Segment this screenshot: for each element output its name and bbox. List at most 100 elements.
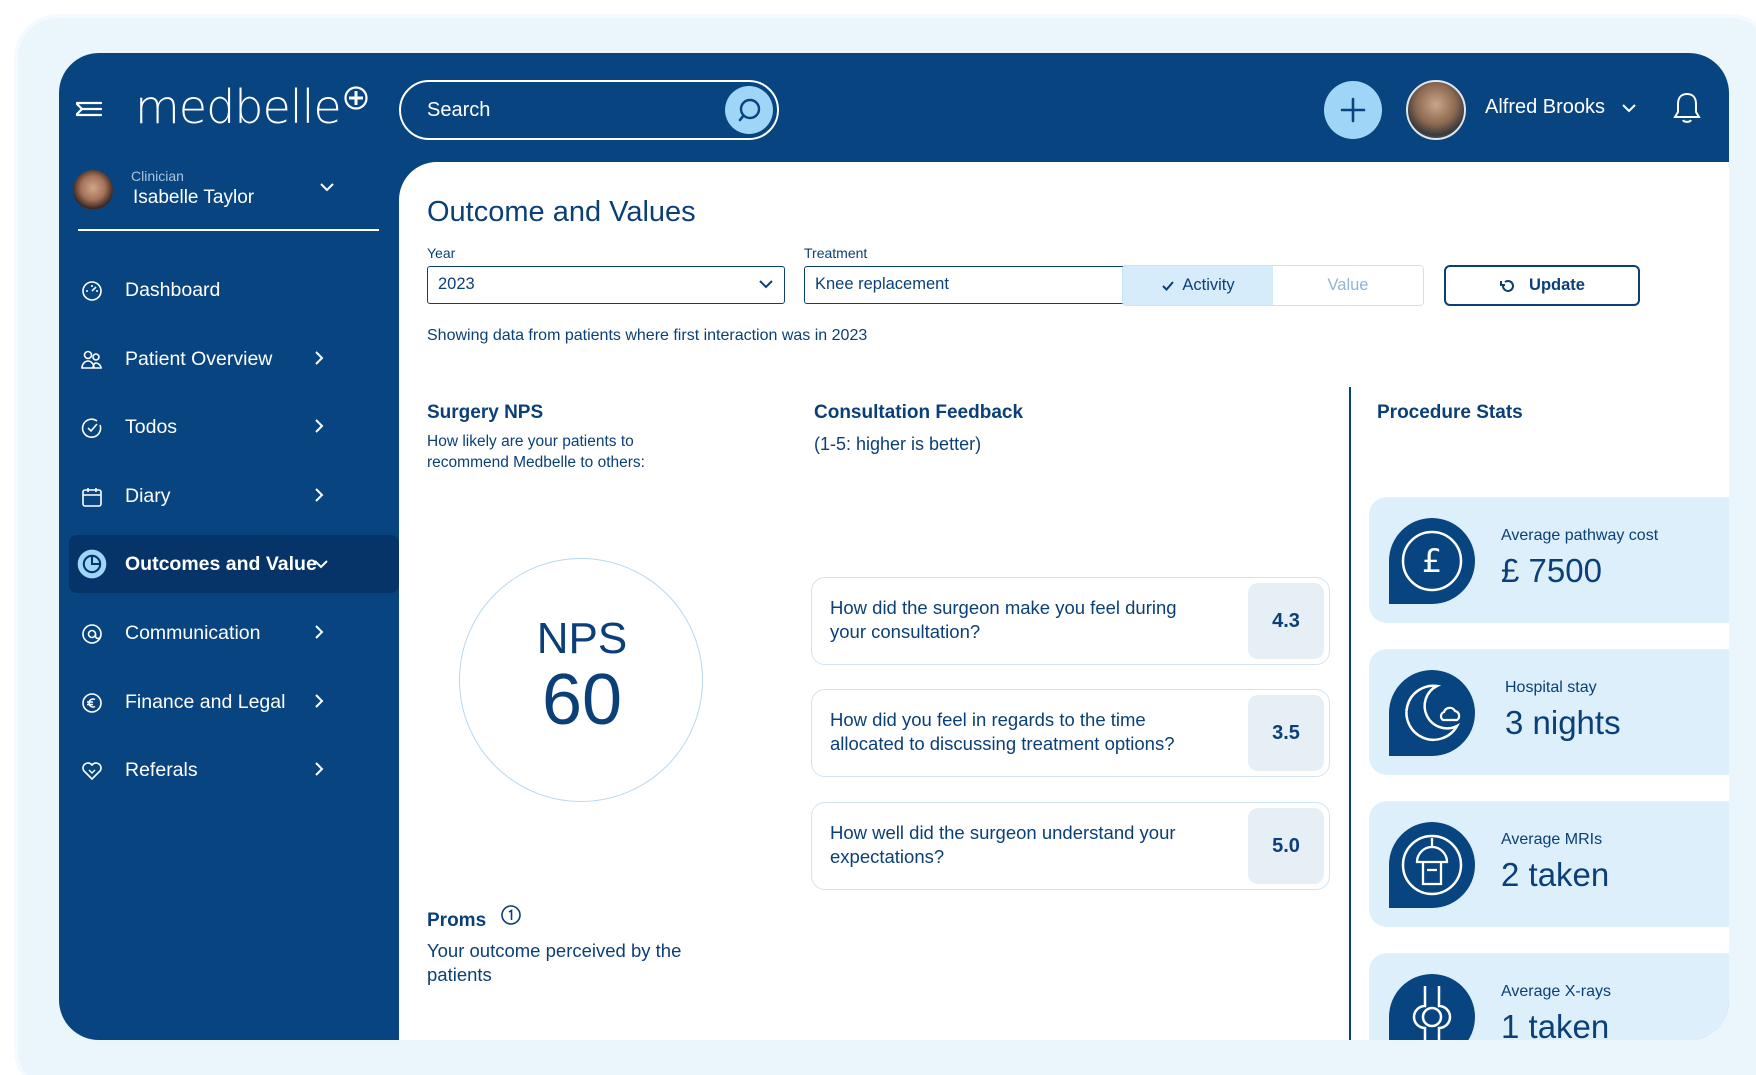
handshake-heart-icon [82, 762, 102, 781]
proms-subtitle: Your outcome perceived by the patients [427, 939, 681, 987]
sidebar-item-label: Diary [125, 484, 171, 507]
chevron-down-icon[interactable] [319, 180, 335, 198]
bell-icon[interactable] [1672, 91, 1702, 130]
feedback-score: 5.0 [1248, 808, 1324, 884]
feedback-title: Consultation Feedback [814, 402, 1024, 423]
chevron-down-icon [314, 560, 328, 569]
treatment-select[interactable]: Knee replacement [804, 266, 1161, 304]
stat-value: 2 taken [1501, 856, 1610, 893]
year-label: Year [427, 245, 456, 261]
vertical-divider [1349, 387, 1351, 1040]
nps-gauge: NPS 60 [459, 558, 703, 802]
sidebar-item-dashboard[interactable]: Dashboard [69, 261, 399, 319]
euro-icon [82, 692, 102, 713]
clinician-switcher[interactable]: Clinician Isabelle Taylor [73, 168, 373, 228]
toggle-value-label: Value [1327, 276, 1369, 294]
proms-subtitle-line: Your outcome perceived by the [427, 940, 682, 961]
nps-title: Surgery NPS [427, 402, 544, 423]
collapse-menu-icon[interactable] [73, 93, 105, 125]
stat-label: Average pathway cost [1501, 527, 1659, 544]
user-avatar[interactable] [1406, 80, 1466, 140]
update-button[interactable]: Update [1444, 265, 1640, 306]
search-icon [738, 98, 761, 122]
sidebar-item-diary[interactable]: Diary [69, 467, 399, 525]
year-value: 2023 [438, 275, 475, 293]
knee-joint-icon [1389, 974, 1475, 1040]
activity-value-toggle: Activity Value [1122, 265, 1424, 306]
mri-scanner-icon [1389, 822, 1475, 908]
clinician-role: Clinician [131, 168, 184, 184]
nps-subtitle: How likely are your patients to recommen… [427, 431, 645, 473]
stat-card-mris: Average MRIs 2 taken [1369, 801, 1729, 927]
stat-card-hospital-stay: Hospital stay 3 nights [1369, 649, 1729, 775]
sidebar-item-referals[interactable]: Referals [69, 741, 399, 799]
stat-label: Hospital stay [1505, 679, 1597, 696]
sidebar-divider [78, 229, 379, 231]
main-content: Outcome and Values Year 2023 Treatment K… [399, 162, 1729, 1040]
search-placeholder: Search [427, 98, 491, 121]
year-select[interactable]: 2023 [427, 266, 785, 304]
feedback-question: How did the surgeon make you feel during… [830, 597, 1177, 642]
chevron-right-icon [315, 350, 324, 365]
sidebar-item-patient-overview[interactable]: Patient Overview [69, 330, 399, 388]
sidebar-item-label: Referals [125, 759, 198, 782]
data-note: Showing data from patients where first i… [427, 327, 868, 344]
plus-icon [1340, 97, 1366, 123]
sidebar-item-label: Todos [125, 416, 178, 439]
sidebar-item-label: Finance and Legal [125, 690, 286, 713]
clinician-avatar [73, 170, 113, 210]
refresh-icon [1500, 279, 1515, 292]
page-title: Outcome and Values [427, 196, 696, 228]
sidebar-item-todos[interactable]: Todos [69, 398, 399, 456]
users-icon [81, 350, 102, 369]
sidebar-item-finance-and-legal[interactable]: Finance and Legal [69, 673, 399, 731]
info-icon[interactable] [500, 904, 522, 926]
chevron-right-icon [315, 488, 324, 502]
check-icon [1162, 280, 1175, 291]
toggle-activity[interactable]: Activity [1123, 266, 1273, 305]
stat-card-xrays: Average X-rays 1 taken [1369, 953, 1729, 1040]
sidebar-item-label: Outcomes and Value [125, 553, 317, 576]
stats-title: Procedure Stats [1377, 402, 1523, 423]
sidebar-item-outcomes-and-value[interactable]: Outcomes and Value [69, 535, 399, 594]
proms-subtitle-line: patients [427, 964, 492, 985]
toggle-value[interactable]: Value [1273, 266, 1423, 305]
nps-subtitle-line: recommend Medbelle to others: [427, 454, 645, 471]
chevron-right-icon [315, 762, 324, 776]
pound-icon: £ [1389, 518, 1475, 604]
feedback-question: How well did the surgeon understand your… [830, 822, 1176, 867]
feedback-score: 3.5 [1248, 695, 1324, 771]
sidebar-item-communication[interactable]: Communication [69, 604, 399, 662]
proms-title: Proms [427, 910, 487, 931]
search-button[interactable] [725, 86, 773, 134]
stat-value: £ 7500 [1501, 552, 1602, 589]
app-window: medbelle Search Alfred Brooks Clinician … [59, 53, 1729, 1040]
toggle-activity-label: Activity [1182, 276, 1235, 294]
feedback-item: How did you feel in regards to the time … [811, 689, 1330, 777]
feedback-score: 4.3 [1248, 583, 1324, 659]
stat-value: 1 taken [1501, 1008, 1610, 1040]
clinician-name: Isabelle Taylor [133, 187, 255, 208]
sidebar-item-label: Dashboard [125, 279, 221, 301]
chevron-down-icon[interactable] [1621, 101, 1637, 119]
logo-mark-icon [343, 85, 369, 116]
chevron-right-icon [315, 419, 324, 433]
chevron-right-icon [315, 625, 324, 639]
update-label: Update [1529, 276, 1585, 294]
treatment-value: Knee replacement [815, 275, 949, 293]
treatment-label: Treatment [804, 245, 868, 261]
stat-value: 3 nights [1505, 704, 1621, 741]
logo: medbelle [135, 79, 369, 135]
user-name[interactable]: Alfred Brooks [1485, 96, 1605, 119]
chevron-right-icon [315, 693, 324, 708]
check-circle-icon [81, 418, 102, 439]
stat-card-pathway-cost: £ Average pathway cost £ 7500 [1369, 497, 1729, 623]
add-button[interactable] [1324, 81, 1382, 139]
feedback-item: How did the surgeon make you feel during… [811, 577, 1330, 665]
search-input[interactable]: Search [399, 80, 779, 140]
sidebar-item-label: Communication [125, 621, 261, 644]
stat-label: Average X-rays [1501, 983, 1611, 1000]
calendar-icon [82, 487, 102, 507]
stat-label: Average MRIs [1501, 831, 1603, 848]
sidebar-nav: Dashboard Patient Overview Todos Diary O… [69, 261, 399, 810]
